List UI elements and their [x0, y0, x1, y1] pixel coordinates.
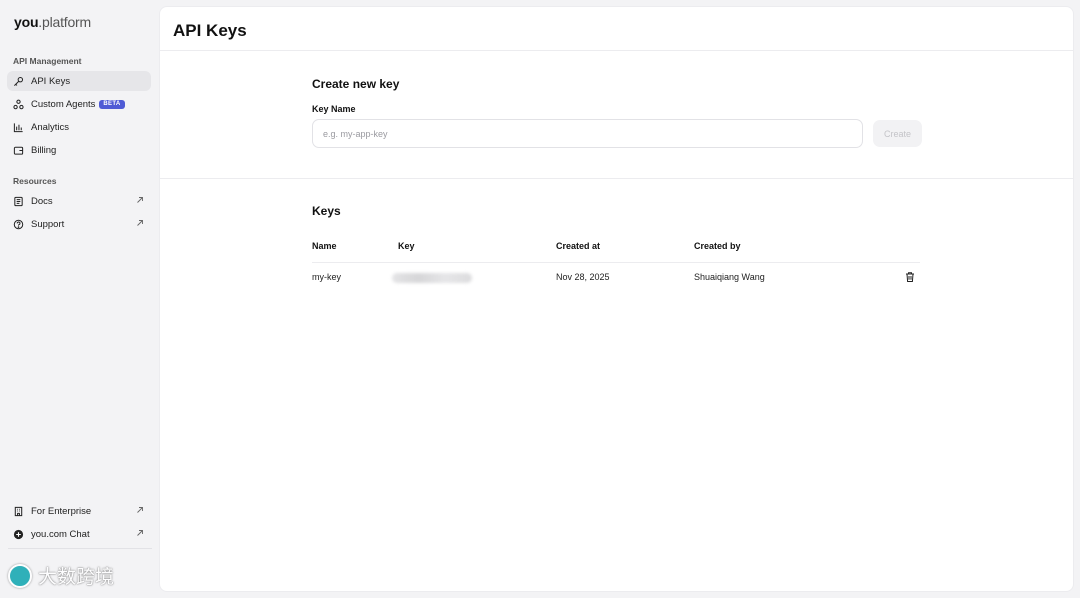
column-header-created-at: Created at — [556, 241, 601, 251]
main-panel: API Keys Create new key Key Name Create … — [159, 6, 1074, 592]
document-icon — [13, 196, 24, 207]
sidebar-item-label: For Enterprise — [31, 505, 92, 517]
sidebar-item-analytics[interactable]: Analytics — [7, 117, 151, 137]
redacted-key-value — [392, 273, 472, 283]
brand-logo[interactable]: you.platform — [14, 14, 91, 30]
help-circle-icon — [13, 219, 24, 230]
watermark-logo-icon — [8, 563, 32, 588]
section-divider — [160, 178, 1073, 179]
sidebar-item-label: API Keys — [31, 75, 71, 87]
sidebar-item-custom-agents[interactable]: Custom Agents BETA — [7, 94, 151, 114]
agents-icon — [13, 99, 24, 110]
section-label-resources: Resources — [13, 176, 57, 186]
beta-badge: BETA — [99, 99, 125, 109]
external-link-icon — [137, 507, 143, 513]
created-at-cell: Nov 28, 2025 — [556, 272, 610, 282]
create-button[interactable]: Create — [873, 120, 922, 147]
key-name-label: Key Name — [312, 104, 356, 114]
column-header-name: Name — [312, 241, 337, 251]
sidebar-item-label: Docs — [31, 195, 53, 207]
trash-icon[interactable] — [904, 271, 916, 283]
sidebar-item-label: Support — [31, 218, 65, 230]
header-divider — [160, 50, 1073, 51]
building-icon — [13, 506, 24, 517]
wallet-icon — [13, 145, 24, 156]
sidebar-item-for-enterprise[interactable]: For Enterprise — [7, 501, 151, 521]
key-name-input[interactable] — [312, 119, 863, 148]
external-link-icon — [137, 220, 143, 226]
sidebar-item-billing[interactable]: Billing — [7, 140, 151, 160]
sidebar-divider — [8, 548, 152, 549]
sidebar-item-label: Analytics — [31, 121, 70, 133]
table-header-divider — [312, 262, 920, 263]
column-header-key: Key — [398, 241, 415, 251]
sidebar-item-label: Custom Agents — [31, 98, 96, 110]
external-link-icon — [137, 530, 143, 536]
sidebar-item-label: you.com Chat — [31, 528, 90, 540]
external-link-icon — [137, 197, 143, 203]
key-name-cell: my-key — [312, 272, 341, 282]
sidebar-item-support[interactable]: Support — [7, 214, 151, 234]
keys-heading: Keys — [312, 204, 341, 218]
watermark: 大数跨境 — [8, 562, 114, 589]
page-title: API Keys — [173, 21, 247, 40]
sidebar-item-api-keys[interactable]: API Keys — [7, 71, 151, 91]
sidebar-item-docs[interactable]: Docs — [7, 191, 151, 211]
sidebar-item-label: Billing — [31, 144, 57, 156]
bar-chart-icon — [13, 122, 24, 133]
key-icon — [13, 76, 24, 87]
created-by-cell: Shuaiqiang Wang — [694, 272, 765, 282]
sidebar-item-you-chat[interactable]: you.com Chat — [7, 524, 151, 544]
section-label-api-management: API Management — [13, 56, 82, 66]
column-header-created-by: Created by — [694, 241, 741, 251]
sidebar: you.platform API Management API Keys Cus… — [0, 0, 158, 598]
plus-circle-icon — [13, 529, 24, 540]
create-key-heading: Create new key — [312, 77, 400, 91]
